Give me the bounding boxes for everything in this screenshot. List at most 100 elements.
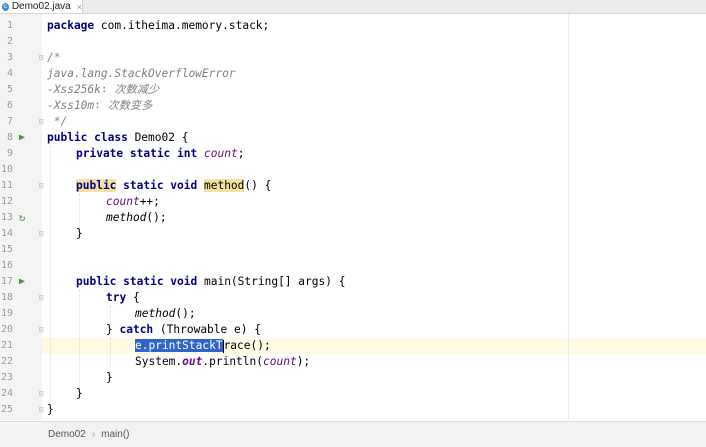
keyword: public class [47,131,128,144]
indent-guide [79,290,81,396]
fold-icon[interactable]: ⊟ [37,322,45,338]
keyword: static void [116,179,204,192]
keyword: public static void [76,275,198,288]
code-text: (Throwable e) { [153,323,261,336]
method-call: method [106,211,147,224]
line-number: 9 [6,148,13,159]
line-number: 2 [6,36,13,47]
line-number: 21 [0,340,13,351]
line-number: 23 [0,372,13,383]
fold-icon[interactable]: ⊟ [37,386,45,402]
fold-icon[interactable]: ⊟ [37,114,45,130]
method-name: method [203,179,245,192]
code-line: public static void method() { [76,178,271,194]
breadcrumb-separator: › [91,429,96,440]
recursive-call-icon[interactable]: ↻ [18,210,26,226]
breadcrumb-method[interactable]: main() [101,429,129,440]
code-text: () { [244,179,272,192]
comment-line: /* [47,51,61,64]
line-number: 4 [6,68,13,79]
line-number: 14 [0,228,13,239]
code-line: public class Demo02 { [47,130,188,146]
keyword: catch [119,323,154,336]
code-text: System. [135,355,183,368]
code-line: method(); [135,306,196,322]
line-number: 15 [0,244,13,255]
code-text: { [126,291,140,304]
code-text: (); [175,307,196,320]
field-name: count [106,195,140,208]
code-text: main(String[] args) { [197,275,346,288]
keyword: public [76,179,117,192]
method-call: method [135,307,176,320]
right-margin-guide [568,14,569,420]
line-number: 22 [0,356,13,367]
tab-demo02-java[interactable]: c Demo02.java × [0,0,83,13]
line-number: 3 [6,52,13,63]
field-name: count [263,355,297,368]
code-line: } catch (Throwable e) { [106,322,261,338]
line-number: 5 [6,84,13,95]
line-number: 1 [6,20,13,31]
code-line: } [106,371,113,384]
code-line: System.out.println(count); [135,354,310,370]
line-number: 16 [0,260,13,271]
line-number: 18 [0,292,13,303]
code-line: } [76,387,83,400]
selected-text[interactable]: e.printStackT [135,339,223,352]
code-line: e.printStackTrace(); [135,338,271,354]
line-number: 7 [6,116,13,127]
line-number: 6 [6,100,13,111]
code-text: ); [296,355,311,368]
line-number: 20 [0,324,13,335]
java-class-icon: c [2,2,9,11]
breadcrumb: Demo02 › main() [0,421,706,447]
code-line: count++; [106,194,160,210]
line-number: 19 [0,308,13,319]
code-line: private static int count; [76,146,244,162]
code-text: com.itheima.memory.stack; [94,19,270,32]
editor-tab-bar: c Demo02.java × [0,0,706,14]
fold-icon[interactable]: ⊟ [37,226,45,242]
line-number: 12 [0,196,13,207]
code-line: } [76,227,83,240]
comment-line: -Xss256k∶ 次数减少 [47,83,160,96]
static-field: out [182,355,203,368]
line-number: 24 [0,388,13,399]
comment-line: -Xss10m∶ 次数变多 [47,99,153,112]
close-tab-icon[interactable]: × [77,2,82,12]
line-number: 13 [0,212,13,223]
code-line: } [47,403,54,416]
code-text: } [106,323,120,336]
code-text: race(); [223,339,271,352]
fold-icon[interactable]: ⊟ [37,402,45,418]
tab-label: Demo02.java [11,1,71,12]
indent-guide [50,146,52,404]
line-number: 10 [0,164,13,175]
code-text: (); [146,211,167,224]
comment-line: java.lang.StackOverflowError [47,67,236,80]
line-number: 25 [0,404,13,415]
keyword: private static int [76,147,198,160]
run-class-icon[interactable]: ▶ [18,130,26,146]
run-main-icon[interactable]: ▶ [18,274,26,290]
code-text: .println( [202,355,263,368]
field-name: count [204,147,238,160]
code-text: Demo02 { [127,131,189,144]
line-number: 17 [0,276,13,287]
fold-icon[interactable]: ⊟ [37,290,45,306]
code-line: method(); [106,210,167,226]
code-line: package com.itheima.memory.stack; [47,18,269,34]
code-text: ; [237,147,245,160]
indent-guide [110,306,112,322]
code-line: public static void main(String[] args) { [76,274,345,290]
keyword: package [47,19,95,32]
code-line: try { [106,290,140,306]
code-text: ++; [139,195,160,208]
line-number: 11 [0,180,13,191]
comment-line: */ [47,115,68,128]
fold-icon[interactable]: ⊟ [37,50,45,66]
fold-icon[interactable]: ⊟ [37,178,45,194]
keyword: try [106,291,127,304]
breadcrumb-class[interactable]: Demo02 [48,429,86,440]
